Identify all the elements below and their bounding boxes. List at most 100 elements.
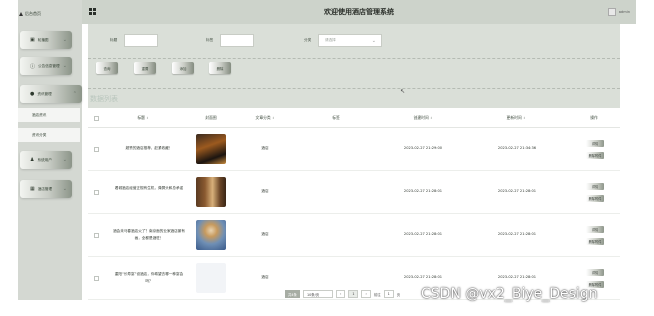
column-header-category[interactable]: 文章分类 ⇕	[246, 115, 284, 121]
current-page[interactable]: 1	[348, 290, 359, 298]
category-filter-label: 分类	[304, 38, 312, 42]
sidebar-item-label: 资讯管理	[37, 91, 52, 96]
image-icon: ▣	[30, 37, 35, 43]
table-row: 酒会未马春酒店火了？南京面的业家酒店景有画，全都是酒驻！ 酒店 2023-02-…	[88, 214, 620, 257]
cell-title: 重阳“长寿宴”设酒店，你希望去哪一种宴会吗？	[114, 272, 184, 283]
delete-row-button[interactable]: 删除附件	[586, 152, 604, 159]
cell-created: 2023-02-27 21:29:00	[403, 146, 443, 150]
pagination-total: 共4条	[285, 290, 300, 298]
column-header-label: 文章分类	[255, 115, 271, 120]
column-header-tags: 标签	[332, 115, 340, 120]
row-checkbox[interactable]	[94, 147, 99, 152]
sort-icon: ⇕	[146, 116, 149, 120]
cell-category: 酒店	[261, 189, 269, 193]
user-icon: ♟	[30, 157, 35, 163]
column-header-title[interactable]: 标题 ⇕	[128, 115, 158, 121]
app-window: 后台首页 ▣ 轮播图 ⌄ ⓘ 公告信息管理 ⌄ ● 资讯管理 ⌃ 酒店资讯 资讯…	[0, 0, 654, 316]
user-label: admin	[618, 10, 630, 14]
detail-button[interactable]: 详情	[586, 226, 604, 233]
row-checkbox[interactable]	[94, 276, 99, 281]
sidebar-subitem-news-category[interactable]: 资讯分类	[18, 128, 80, 142]
row-checkbox[interactable]	[94, 233, 99, 238]
cell-category: 酒店	[261, 232, 269, 236]
sidebar-subitem-hotel-news[interactable]: 酒店资讯	[18, 108, 80, 122]
tags-filter-input[interactable]	[220, 34, 254, 47]
sidebar-item-users[interactable]: ♟ 系统用户 ⌄	[20, 151, 72, 169]
column-header-updated[interactable]: 更新时间 ⇕	[495, 115, 537, 121]
cover-thumbnail[interactable]	[196, 134, 226, 164]
grid-icon: ▦	[30, 186, 35, 192]
sidebar-item-notice[interactable]: ⓘ 公告信息管理 ⌄	[20, 57, 72, 75]
user-menu[interactable]: admin	[607, 8, 630, 16]
column-header-created[interactable]: 创建时间 ⇕	[402, 115, 444, 121]
category-select[interactable]: 请选择 ⌄	[318, 34, 382, 47]
cell-created: 2023-02-27 21:28:01	[403, 275, 443, 279]
detail-button[interactable]: 详情	[586, 140, 604, 147]
header: 欢迎使用酒店管理系统 admin	[82, 0, 636, 24]
sidebar-subitem-label: 酒店资讯	[32, 112, 47, 117]
watermark: CSDN @vx2_Biye_Design	[421, 286, 598, 302]
row-checkbox[interactable]	[94, 190, 99, 195]
column-header-label: 更新时间	[506, 115, 522, 120]
table-header: 标题 ⇕ 封面图 文章分类 ⇕ 标签 创建时间 ⇕ 更新时间 ⇕ 操作	[88, 108, 620, 128]
column-header-cover: 封面图	[205, 115, 217, 120]
cell-created: 2023-02-27 21:28:01	[403, 189, 443, 193]
cell-category: 酒店	[261, 275, 269, 279]
column-header-label: 创建时间	[413, 115, 429, 120]
title-filter-input[interactable]	[124, 34, 158, 47]
sort-icon: ⇕	[271, 116, 275, 120]
page-size-select[interactable]: 10条/页	[302, 290, 333, 298]
sidebar-item-carousel[interactable]: ▣ 轮播图 ⌄	[20, 31, 72, 49]
cell-updated: 2023-02-27 21:34:36	[497, 146, 537, 150]
detail-button[interactable]: 详情	[586, 183, 604, 190]
sidebar-item-news[interactable]: ● 资讯管理 ⌃	[20, 85, 82, 103]
divider	[88, 88, 620, 89]
next-page-button[interactable]: ›	[361, 290, 371, 298]
category-select-placeholder: 请选择	[325, 38, 336, 42]
filter-bar: 标题 标签 分类 请选择 ⌄	[88, 34, 620, 48]
sidebar-item-label: 酒店管理	[37, 186, 53, 191]
cell-category: 酒店	[261, 146, 269, 150]
goto-page-input[interactable]: 1	[383, 290, 394, 298]
avatar	[607, 8, 616, 16]
chevron-up-icon: ⌃	[72, 91, 77, 97]
sort-icon: ⇕	[429, 116, 433, 120]
sidebar-item-hotel[interactable]: ▦ 酒店管理 ⌄	[20, 180, 72, 198]
chevron-down-icon: ⌄	[62, 37, 67, 43]
cell-title: 看城酒店经营正规有生机，弹屏头和总承诺	[114, 186, 184, 190]
cover-thumbnail[interactable]	[196, 220, 226, 250]
delete-row-button[interactable]: 删除附件	[586, 238, 604, 245]
pagination: 共4条 10条/页 ‹ 1 › 前往 1 页	[285, 289, 400, 299]
sidebar-item-label: 系统用户	[37, 157, 52, 162]
sidebar-brand-label: 后台首页	[25, 11, 41, 16]
detail-button[interactable]: 详情	[586, 269, 604, 276]
reset-button[interactable]: 重置	[134, 62, 156, 74]
page-title: 欢迎使用酒店管理系统	[324, 8, 394, 16]
add-button[interactable]: 添加	[172, 62, 194, 74]
cover-thumbnail[interactable]	[196, 177, 226, 207]
home-icon	[19, 12, 23, 16]
query-button[interactable]: 查询	[96, 62, 118, 74]
select-all-checkbox[interactable]	[94, 116, 99, 121]
data-table: 标题 ⇕ 封面图 文章分类 ⇕ 标签 创建时间 ⇕ 更新时间 ⇕ 操作 超赞的酒…	[88, 108, 620, 300]
main-panel: 标题 标签 分类 请选择 ⌄ 查询 重置 添加 删除 数据列表 ↖ 标题 ⇕ 封…	[88, 24, 620, 300]
column-header-actions: 操作	[590, 115, 598, 120]
tags-filter-label: 标签	[206, 38, 214, 42]
sidebar-item-label: 公告信息管理	[38, 63, 60, 68]
chevron-down-icon: ⌄	[62, 157, 67, 163]
prev-page-button[interactable]: ‹	[335, 290, 346, 298]
cell-updated: 2023-02-27 21:28:01	[497, 275, 537, 279]
sidebar-subitem-label: 资讯分类	[32, 132, 47, 137]
chevron-down-icon: ⌄	[371, 37, 376, 44]
delete-button[interactable]: 删除	[209, 62, 231, 74]
column-header-label: 标题	[137, 115, 145, 120]
table-row: 看城酒店经营正规有生机，弹屏头和总承诺 酒店 2023-02-27 21:28:…	[88, 171, 620, 214]
sort-icon: ⇕	[522, 116, 526, 120]
sidebar-item-label: 轮播图	[37, 37, 49, 42]
cover-thumbnail[interactable]	[196, 263, 226, 293]
delete-row-button[interactable]: 删除附件	[586, 195, 604, 202]
cell-title: 超赞的酒店推荐，赶紧收藏！	[125, 146, 173, 150]
chevron-down-icon: ⌄	[62, 186, 67, 192]
cell-created: 2023-02-27 21:28:01	[403, 232, 443, 236]
sidebar-brand[interactable]: 后台首页	[18, 6, 82, 22]
